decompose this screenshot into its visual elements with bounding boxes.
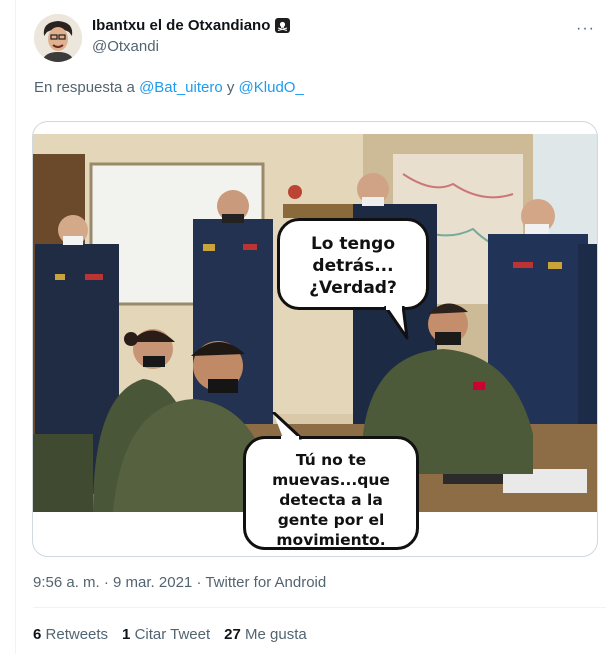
reply-prefix: En respuesta a <box>34 79 135 96</box>
meta-separator: · <box>196 574 202 591</box>
speech-bubble-tail <box>383 306 409 340</box>
tweet-source[interactable]: Twitter for Android <box>205 574 326 591</box>
tweet-date[interactable]: 9 mar. 2021 <box>113 574 192 591</box>
bubble-text-line: gente por el <box>277 511 385 529</box>
bubble-text-line: Tú no te <box>295 451 367 469</box>
retweets-count: 6 <box>33 626 42 643</box>
bubble-text-line: detrás... <box>312 256 394 276</box>
more-options-icon[interactable]: ··· <box>576 20 595 38</box>
skull-crossbones-icon <box>275 18 291 33</box>
bubble-text-line: movimiento. <box>276 531 386 549</box>
tweet-media-card[interactable]: Lo tengo detrás... ¿Verdad? Tú no te mue… <box>32 121 598 557</box>
author-display-name[interactable]: Ibantxu el de Otxandiano <box>92 17 270 34</box>
speech-bubble-bottom: Tú no te muevas...que detecta a la gente… <box>243 436 419 550</box>
quotes-count: 1 <box>122 626 131 643</box>
likes-label: Me gusta <box>245 626 307 643</box>
author-handle[interactable]: @Otxandi <box>92 38 159 55</box>
likes-stat[interactable]: 27 Me gusta <box>224 626 307 643</box>
tweet-meta: 9:56 a. m. · 9 mar. 2021 · Twitter for A… <box>33 574 326 591</box>
likes-count: 27 <box>224 626 241 643</box>
speech-bubble-tail <box>271 412 303 440</box>
retweets-stat[interactable]: 6 Retweets <box>33 626 108 643</box>
author-name-row: Ibantxu el de Otxandiano <box>92 17 291 34</box>
tweet-time[interactable]: 9:56 a. m. <box>33 574 100 591</box>
tweet-stats: 6 Retweets 1 Citar Tweet 27 Me gusta <box>33 626 307 643</box>
bubble-text-line: muevas...que <box>272 471 390 489</box>
bubble-text-line: detecta a la <box>279 491 383 509</box>
reply-context: En respuesta a @Bat_uitero y @KludO_ <box>34 79 304 96</box>
meta-separator: · <box>103 574 109 591</box>
speech-bubble-top: Lo tengo detrás... ¿Verdad? <box>277 218 429 310</box>
divider <box>33 607 606 608</box>
bubble-text-line: ¿Verdad? <box>309 278 397 298</box>
timeline-border <box>15 0 16 654</box>
quotes-label: Citar Tweet <box>134 626 211 643</box>
mention-link[interactable]: @KludO_ <box>239 79 304 96</box>
bubble-text-line: Lo tengo <box>310 234 396 254</box>
mention-link[interactable]: @Bat_uitero <box>139 79 223 96</box>
quotes-stat[interactable]: 1 Citar Tweet <box>122 626 210 643</box>
reply-conjunction: y <box>226 79 235 96</box>
author-avatar[interactable] <box>34 14 82 62</box>
retweets-label: Retweets <box>45 626 109 643</box>
